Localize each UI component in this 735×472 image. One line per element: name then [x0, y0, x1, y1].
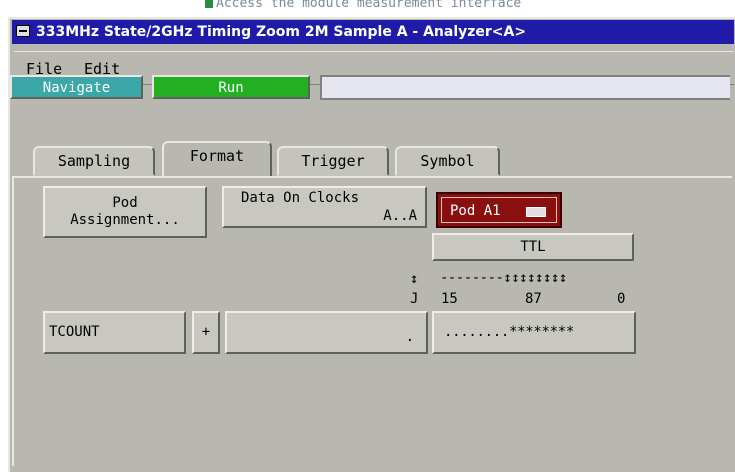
background-hint-text: Access the module measurement interface [216, 0, 522, 11]
bit-0-label: 0 [617, 291, 626, 307]
pod-assignment-line2: Assignment... [70, 212, 180, 228]
navigate-button[interactable]: Navigate [10, 75, 143, 99]
tab-sampling[interactable]: Sampling [33, 146, 155, 176]
hint-icon [205, 0, 213, 8]
run-button[interactable]: Run [152, 75, 310, 99]
window-menu-icon[interactable] [16, 25, 30, 37]
pod-a1-label: Pod A1 [450, 203, 501, 219]
label-value-field[interactable]: . [225, 311, 428, 354]
pod-assignment-line1: Pod [112, 195, 138, 211]
clock-arrow-icon: ↕ [410, 271, 419, 287]
title-bar: 333MHz State/2GHz Timing Zoom 2M Sample … [12, 20, 734, 44]
background-hint: Access the module measurement interface [205, 0, 521, 11]
tab-symbol[interactable]: Symbol [395, 146, 500, 176]
data-on-clocks-button[interactable]: Data On Clocks A..A [222, 186, 427, 228]
value-dot: . [405, 329, 414, 345]
tab-format[interactable]: Format [162, 141, 272, 176]
bit-header: --------↕↕↕↕↕↕↕↕ [440, 270, 567, 286]
tab-trigger[interactable]: Trigger [277, 146, 389, 176]
bit-87-label: 87 [525, 291, 542, 307]
window-title: 333MHz State/2GHz Timing Zoom 2M Sample … [36, 24, 527, 40]
bit-pattern-field[interactable]: ........******** [432, 311, 636, 354]
data-on-clocks-value: A..A [383, 208, 417, 224]
pod-assignment-button[interactable]: Pod Assignment... [43, 186, 207, 238]
label-name-button[interactable]: TCOUNT [43, 311, 186, 354]
threshold-button[interactable]: TTL [432, 233, 634, 261]
dropdown-indicator-icon [526, 207, 546, 217]
add-label-button[interactable]: + [192, 311, 220, 354]
clock-label: J [410, 291, 419, 307]
command-field[interactable] [320, 75, 730, 100]
pod-a1-selector[interactable]: Pod A1 [436, 192, 562, 228]
data-on-clocks-label: Data On Clocks [241, 190, 360, 206]
bit-15-label: 15 [441, 291, 458, 307]
